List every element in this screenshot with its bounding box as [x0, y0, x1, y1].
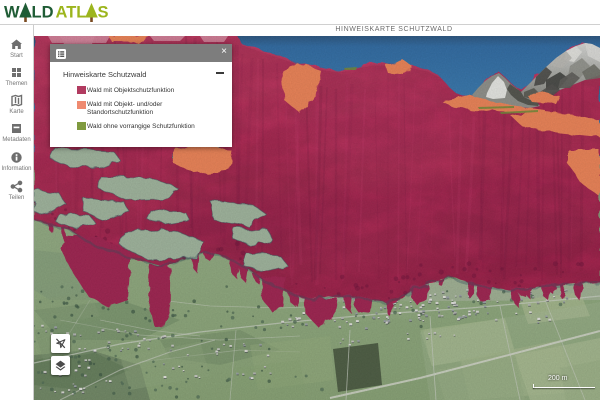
svg-text:ATL: ATL — [56, 4, 87, 22]
svg-text:W: W — [4, 4, 20, 22]
svg-text:S: S — [98, 4, 109, 22]
svg-text:LD: LD — [32, 4, 54, 22]
